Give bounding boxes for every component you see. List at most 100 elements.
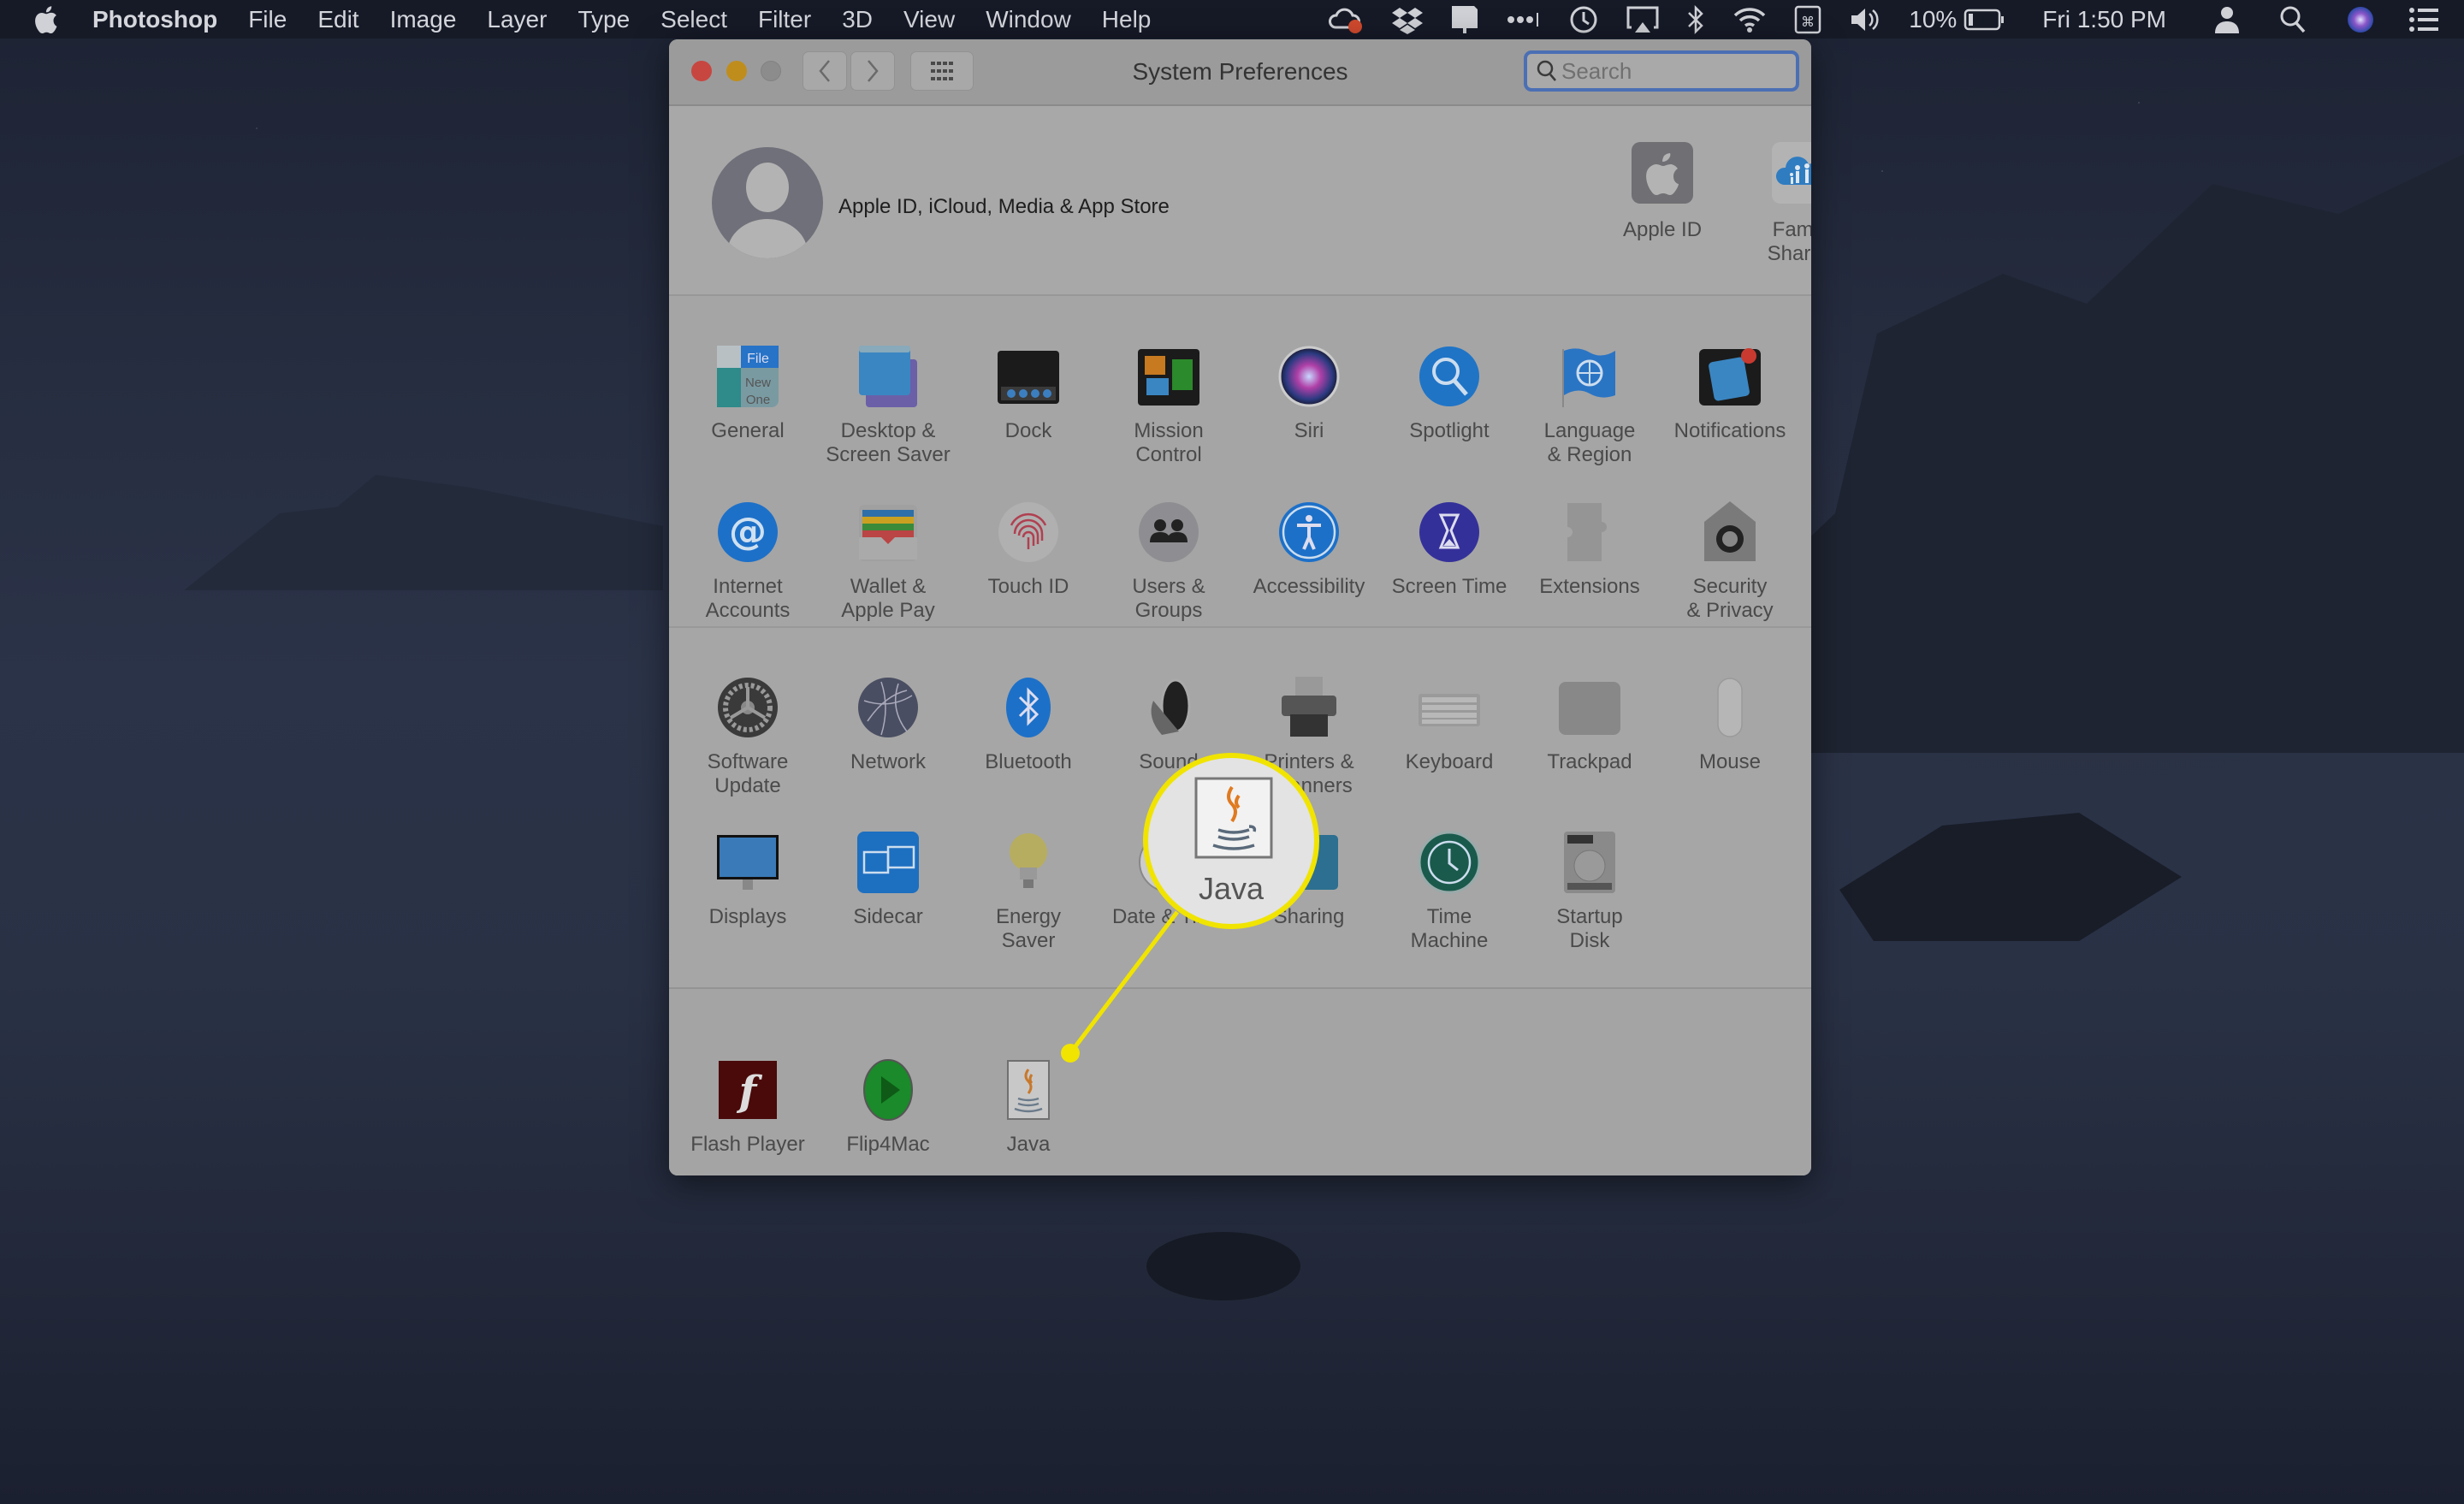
account-section: Apple ID, iCloud, Media & App Store Appl…: [669, 106, 1811, 296]
pref-label: Dock: [1004, 419, 1052, 442]
airplay-icon[interactable]: [1626, 5, 1659, 34]
pref-startup-disk[interactable]: Startup Disk: [1519, 830, 1660, 953]
pref-bluetooth[interactable]: Bluetooth: [958, 675, 1099, 774]
pref-wallet[interactable]: Wallet & Apple Pay: [818, 500, 958, 623]
pref-label: Notifications: [1673, 419, 1786, 442]
pref-label: General: [711, 419, 785, 442]
bluetooth-icon[interactable]: [1686, 4, 1705, 35]
pref-mouse[interactable]: Mouse: [1660, 675, 1800, 774]
pref-time-machine[interactable]: Time Machine: [1379, 830, 1519, 953]
pref-security-privacy[interactable]: Security & Privacy: [1660, 500, 1800, 623]
menu-image[interactable]: Image: [390, 6, 457, 33]
apple-menu-icon[interactable]: [33, 5, 67, 34]
wifi-icon[interactable]: [1732, 6, 1767, 33]
pref-label: Energy Saver: [995, 905, 1062, 952]
pref-family-sharing[interactable]: Family Sharing: [1738, 139, 1811, 266]
keyboard-shortcut-icon[interactable]: ⌘: [1794, 5, 1821, 34]
pref-java[interactable]: Java: [958, 1057, 1099, 1157]
sound-icon: [1151, 678, 1191, 735]
title-bar[interactable]: System Preferences: [669, 39, 1811, 106]
notification-icon[interactable]: [1450, 4, 1479, 35]
pref-screen-time[interactable]: Screen Time: [1379, 500, 1519, 599]
menu-select[interactable]: Select: [660, 6, 727, 33]
pref-label: Security & Privacy: [1686, 575, 1774, 622]
creative-cloud-icon[interactable]: [1329, 5, 1365, 34]
pref-energy-saver[interactable]: Energy Saver: [958, 830, 1099, 953]
pref-label: Touch ID: [987, 575, 1069, 598]
search-input[interactable]: [1558, 56, 1786, 86]
pref-general[interactable]: File New One General: [678, 344, 818, 443]
pref-internet-accounts[interactable]: @ Internet Accounts: [678, 500, 818, 623]
menu-window[interactable]: Window: [986, 6, 1071, 33]
wallet-icon: [859, 505, 917, 561]
pref-label: Sidecar: [853, 905, 923, 928]
menu-extras: ⌘ 10% Fri 1:50 PM: [1315, 0, 2464, 38]
pref-network[interactable]: Network: [818, 675, 958, 774]
pref-label: Spotlight: [1409, 419, 1490, 442]
spotlight-search-icon[interactable]: [2279, 5, 2307, 34]
pref-sidecar[interactable]: Sidecar: [818, 830, 958, 929]
pref-flash-player[interactable]: f Flash Player: [678, 1057, 818, 1157]
avatar[interactable]: [712, 147, 823, 258]
menu-view[interactable]: View: [903, 6, 955, 33]
time-machine-pref-icon: [1418, 831, 1481, 894]
more-icon[interactable]: [1507, 11, 1541, 28]
pref-touch-id[interactable]: Touch ID: [958, 500, 1099, 599]
pref-mission-control[interactable]: Mission Control: [1099, 344, 1239, 467]
system-preferences-window: System Preferences Apple ID, iCloud, Med…: [669, 39, 1811, 1175]
pref-label: Network: [850, 750, 927, 773]
pref-spotlight[interactable]: Spotlight: [1379, 344, 1519, 443]
pref-extensions[interactable]: Extensions: [1519, 500, 1660, 599]
pref-apple-id[interactable]: Apple ID: [1598, 139, 1727, 242]
pref-users-groups[interactable]: Users & Groups: [1099, 500, 1239, 623]
pref-language-region[interactable]: Language & Region: [1519, 344, 1660, 467]
menu-3d[interactable]: 3D: [842, 6, 873, 33]
pref-label: Keyboard: [1405, 750, 1494, 773]
user-icon[interactable]: [2214, 5, 2240, 34]
pref-displays[interactable]: Displays: [678, 830, 818, 929]
siri-icon[interactable]: [2346, 5, 2375, 34]
family-sharing-icon: [1772, 142, 1811, 204]
pref-siri[interactable]: Siri: [1239, 344, 1379, 443]
pref-label: Mouse: [1698, 750, 1762, 773]
general-icon: File New One: [717, 346, 779, 407]
pref-accessibility[interactable]: Accessibility: [1239, 500, 1379, 599]
account-label[interactable]: Apple ID, iCloud, Media & App Store: [838, 195, 1170, 219]
flip4mac-icon: [863, 1059, 913, 1121]
battery-percentage: 10%: [1909, 5, 1958, 33]
menu-edit[interactable]: Edit: [317, 6, 358, 33]
pref-notifications[interactable]: Notifications: [1660, 344, 1800, 443]
startup-disk-icon: [1564, 832, 1615, 893]
menu-type[interactable]: Type: [578, 6, 630, 33]
pref-label: Startup Disk: [1556, 905, 1623, 952]
svg-text:@: @: [729, 510, 767, 554]
trackpad-icon: [1559, 682, 1620, 735]
pref-label: Software Update: [707, 750, 789, 797]
menu-file[interactable]: File: [248, 6, 287, 33]
notification-center-icon[interactable]: [2409, 7, 2438, 33]
pref-flip4mac[interactable]: Flip4Mac: [818, 1057, 958, 1157]
menu-help[interactable]: Help: [1102, 6, 1152, 33]
pref-keyboard[interactable]: Keyboard: [1379, 675, 1519, 774]
pref-dock[interactable]: Dock: [958, 344, 1099, 443]
dropbox-icon[interactable]: [1392, 5, 1424, 34]
users-groups-icon: [1139, 502, 1199, 562]
notifications-icon: [1699, 348, 1761, 406]
volume-icon[interactable]: [1849, 6, 1881, 33]
menu-filter[interactable]: Filter: [758, 6, 811, 33]
pref-label: Displays: [708, 905, 787, 928]
apple-id-icon: [1632, 142, 1693, 204]
menu-layer[interactable]: Layer: [487, 6, 547, 33]
magnifier-callout: Java: [1143, 753, 1319, 929]
pref-desktop-screensaver[interactable]: Desktop & Screen Saver: [818, 344, 958, 467]
pref-software-update[interactable]: Software Update: [678, 675, 818, 798]
time-machine-icon[interactable]: [1568, 4, 1599, 35]
pref-trackpad[interactable]: Trackpad: [1519, 675, 1660, 774]
mouse-icon: [1717, 678, 1743, 737]
pref-label: Time Machine: [1410, 905, 1489, 952]
search-field[interactable]: [1524, 50, 1799, 92]
clock[interactable]: Fri 1:50 PM: [2042, 6, 2166, 33]
menu-app-name[interactable]: Photoshop: [92, 6, 217, 33]
printer-icon: [1282, 677, 1336, 737]
battery-icon[interactable]: [1964, 8, 2005, 32]
